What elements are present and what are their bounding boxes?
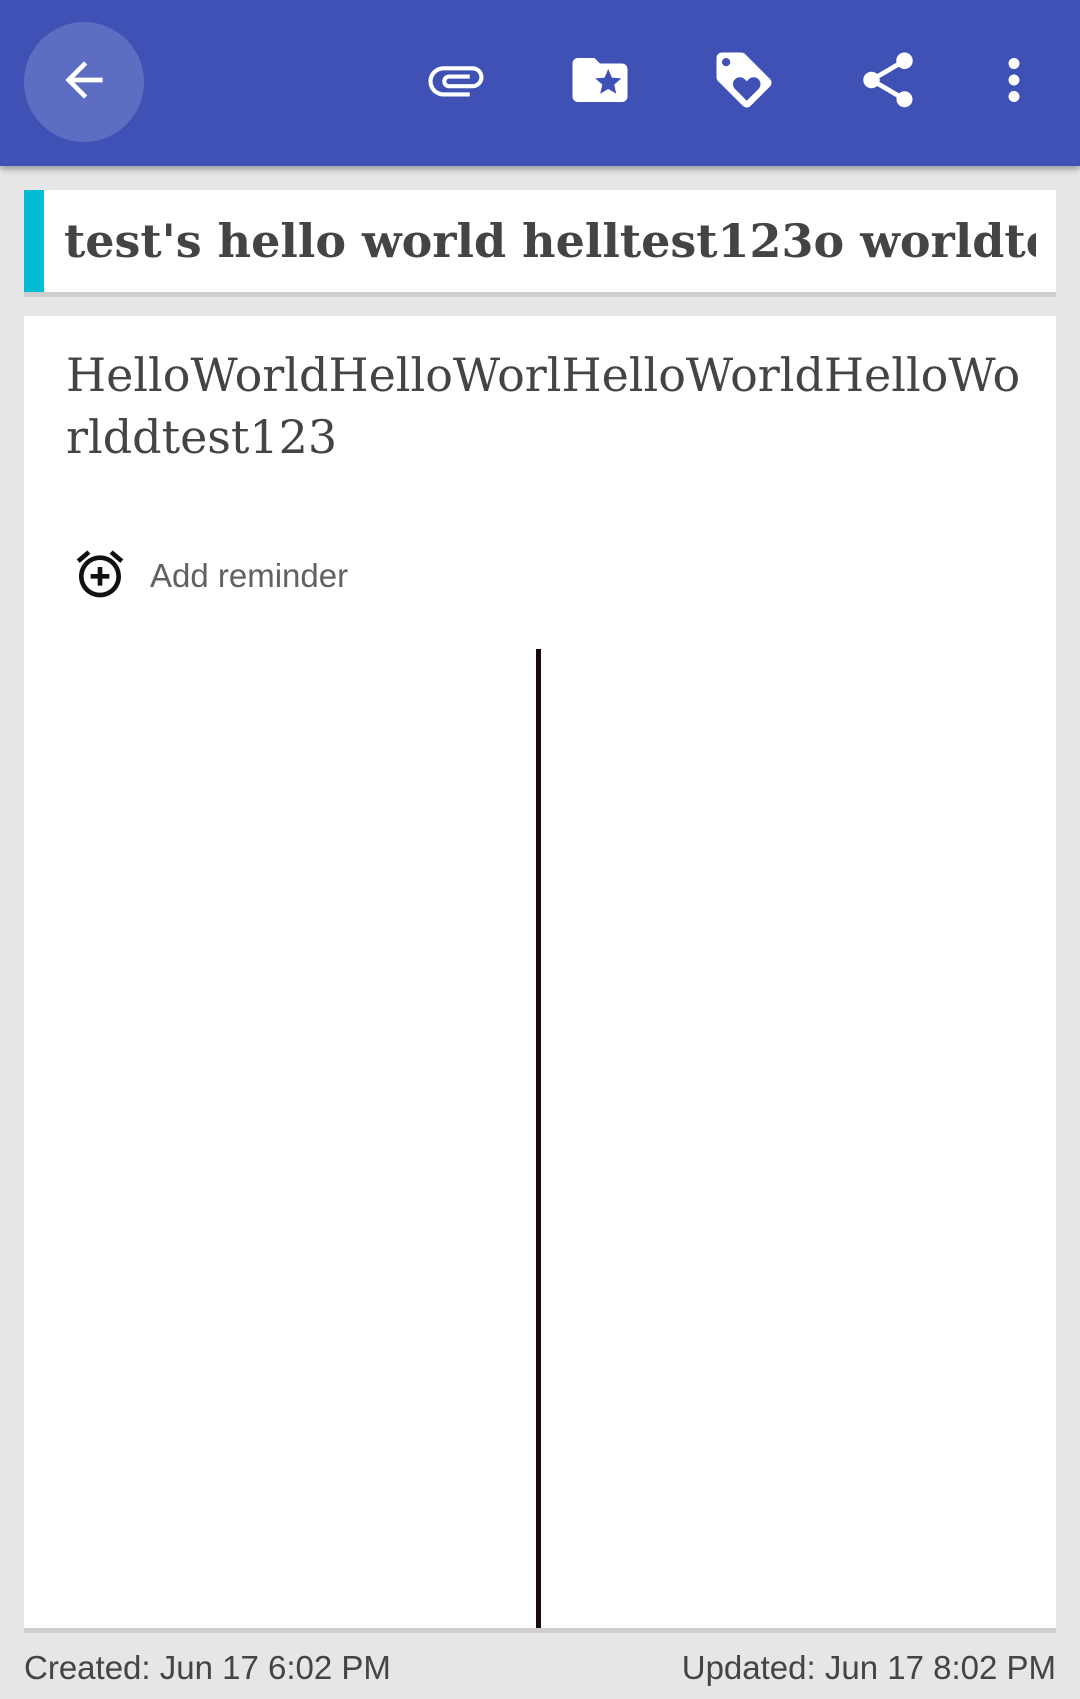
attach-button[interactable] xyxy=(418,44,494,120)
share-icon xyxy=(855,47,921,118)
more-vertical-icon xyxy=(981,47,1047,118)
note-content-card: HelloWorldHelloWorlHelloWorldHelloWorldd… xyxy=(24,316,1056,1633)
more-options-button[interactable] xyxy=(976,44,1052,120)
toolbar xyxy=(0,0,1080,166)
note-title-input[interactable]: test's hello world helltest123o worldtes… xyxy=(64,190,1036,292)
category-button[interactable] xyxy=(562,44,638,120)
arrow-back-icon xyxy=(56,52,112,113)
updated-timestamp: Updated: Jun 17 8:02 PM xyxy=(681,1649,1056,1686)
alarm-add-icon xyxy=(72,546,128,607)
note-content-input[interactable]: HelloWorldHelloWorlHelloWorldHelloWorldd… xyxy=(66,344,1036,468)
created-timestamp: Created: Jun 17 6:02 PM xyxy=(24,1649,391,1686)
add-reminder-label: Add reminder xyxy=(150,557,349,594)
paperclip-icon xyxy=(423,47,489,118)
tag-button[interactable] xyxy=(706,44,782,120)
tag-heart-icon xyxy=(711,47,777,118)
back-button[interactable] xyxy=(24,22,144,142)
add-reminder-button[interactable]: Add reminder xyxy=(72,546,348,606)
text-cursor-divider xyxy=(536,649,541,1628)
category-color-strip xyxy=(24,190,44,292)
note-title-card: test's hello world helltest123o worldtes… xyxy=(24,190,1056,297)
folder-star-icon xyxy=(567,47,633,118)
share-button[interactable] xyxy=(850,44,926,120)
